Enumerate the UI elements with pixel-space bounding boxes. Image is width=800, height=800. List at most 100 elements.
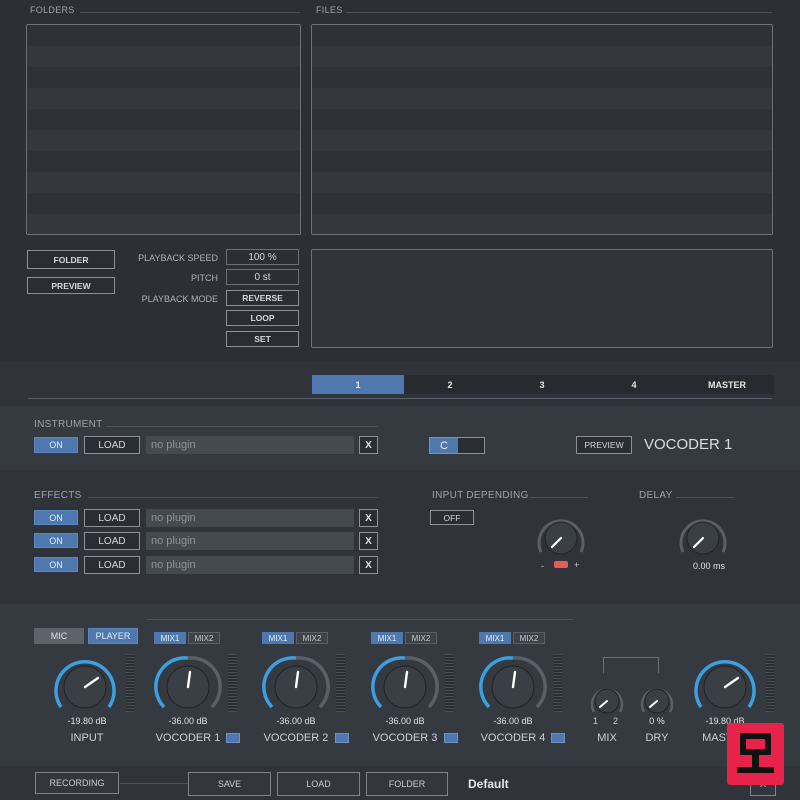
- vocoder-title: VOCODER 1: [644, 436, 733, 453]
- effect-3-plugin-field[interactable]: no plugin: [146, 556, 354, 574]
- instrument-plugin-field[interactable]: no plugin: [146, 436, 354, 454]
- mix-left-label: 1: [593, 716, 599, 726]
- vocoder-3-mix2-button[interactable]: MIX2: [405, 632, 437, 644]
- input-depending-plus: +: [574, 560, 580, 570]
- tab-underline: [28, 398, 772, 399]
- vocoder-3-channel-label: VOCODER 3: [372, 732, 438, 744]
- delay-value: 0.00 ms: [692, 561, 725, 571]
- files-label: FILES: [316, 5, 343, 15]
- input-db-value: -19.80 dB: [67, 716, 107, 726]
- vocoder-2-gain-knob[interactable]: [261, 652, 331, 714]
- tab-1[interactable]: 1: [312, 375, 404, 394]
- vocoder-3-gain-knob[interactable]: [370, 652, 440, 714]
- preview-toggle-button[interactable]: PREVIEW: [27, 277, 115, 294]
- input-depending-label: INPUT DEPENDING: [432, 490, 529, 501]
- vocoder-4-mix2-button[interactable]: MIX2: [513, 632, 545, 644]
- playback-speed-label: PLAYBACK SPEED: [138, 253, 218, 263]
- effect-2-plugin-field[interactable]: no plugin: [146, 532, 354, 550]
- loop-button[interactable]: LOOP: [226, 310, 299, 326]
- vocoder-3-db-value: -36.00 dB: [385, 716, 425, 726]
- pitch-field[interactable]: 0 st: [226, 269, 299, 285]
- input-depending-knob[interactable]: [531, 510, 591, 560]
- playback-speed-field[interactable]: 100 %: [226, 249, 299, 265]
- effect-3-on-button[interactable]: ON: [34, 557, 78, 572]
- vocoder-1-gain-knob[interactable]: [153, 652, 223, 714]
- files-divider: [346, 12, 772, 13]
- instrument-remove-button[interactable]: X: [359, 436, 378, 454]
- tab-2[interactable]: 2: [404, 375, 496, 394]
- effect-2-remove-button[interactable]: X: [359, 532, 378, 550]
- reverse-button[interactable]: REVERSE: [226, 290, 299, 306]
- vocoder-4-select-toggle[interactable]: [551, 733, 565, 743]
- waveform-display[interactable]: [311, 249, 773, 348]
- vocoder-2-db-value: -36.00 dB: [276, 716, 316, 726]
- key-value: C: [440, 439, 448, 452]
- playback-mode-label: PLAYBACK MODE: [141, 294, 218, 304]
- effect-2-on-button[interactable]: ON: [34, 533, 78, 548]
- tab-3[interactable]: 3: [496, 375, 588, 394]
- effect-3-remove-button[interactable]: X: [359, 556, 378, 574]
- instrument-load-button[interactable]: LOAD: [84, 436, 140, 454]
- instrument-on-button[interactable]: ON: [34, 437, 78, 453]
- mic-button[interactable]: MIC: [34, 628, 84, 644]
- vocoder-2-select-toggle[interactable]: [335, 733, 349, 743]
- instrument-divider: [106, 426, 378, 427]
- dry-value: 0 %: [649, 716, 665, 726]
- vocoder-2-level-meter: [336, 654, 345, 712]
- instrument-label: INSTRUMENT: [34, 419, 103, 430]
- input-gain-knob[interactable]: [50, 652, 120, 714]
- effects-label: EFFECTS: [34, 490, 82, 501]
- vocoder-1-select-toggle[interactable]: [226, 733, 240, 743]
- vocoder-1-mix2-button[interactable]: MIX2: [188, 632, 220, 644]
- effect-3-load-button[interactable]: LOAD: [84, 556, 140, 574]
- effect-1-plugin-field[interactable]: no plugin: [146, 509, 354, 527]
- input-depending-minus: -: [541, 561, 544, 571]
- effect-2-load-button[interactable]: LOAD: [84, 532, 140, 550]
- load-button[interactable]: LOAD: [277, 772, 360, 796]
- dry-channel-label: DRY: [645, 732, 669, 744]
- vocoder-3-mix1-button[interactable]: MIX1: [371, 632, 403, 644]
- input-level-meter: [126, 654, 135, 712]
- tab-master[interactable]: MASTER: [680, 375, 774, 394]
- dry-knob[interactable]: [638, 682, 676, 716]
- vocoder-4-level-meter: [553, 654, 562, 712]
- vocoder-2-mix1-button[interactable]: MIX1: [262, 632, 294, 644]
- input-depending-divider: [530, 497, 588, 498]
- mixer-divider: [146, 619, 574, 620]
- vocoder-4-gain-knob[interactable]: [478, 652, 548, 714]
- delay-knob[interactable]: [673, 510, 733, 560]
- vocoder-1-level-meter: [228, 654, 237, 712]
- effects-divider: [88, 497, 378, 498]
- delay-divider: [676, 497, 734, 498]
- folder-button[interactable]: FOLDER: [27, 250, 115, 269]
- effect-1-load-button[interactable]: LOAD: [84, 509, 140, 527]
- brand-logo-icon: [727, 723, 784, 785]
- bottom-divider: [120, 783, 188, 784]
- save-button[interactable]: SAVE: [188, 772, 271, 796]
- recording-button[interactable]: RECORDING: [35, 772, 119, 794]
- input-depending-off-button[interactable]: OFF: [430, 510, 474, 525]
- tab-4[interactable]: 4: [588, 375, 680, 394]
- pitch-label: PITCH: [191, 273, 218, 283]
- vocoder-1-mix1-button[interactable]: MIX1: [154, 632, 186, 644]
- vocoder-4-mix1-button[interactable]: MIX1: [479, 632, 511, 644]
- input-channel-label: INPUT: [70, 732, 104, 744]
- effect-1-on-button[interactable]: ON: [34, 510, 78, 525]
- mix-knob[interactable]: [588, 682, 626, 716]
- vocoder-2-mix2-button[interactable]: MIX2: [296, 632, 328, 644]
- master-gain-knob[interactable]: [690, 652, 760, 714]
- set-button[interactable]: SET: [226, 331, 299, 347]
- folders-list[interactable]: [26, 24, 301, 235]
- files-list[interactable]: [311, 24, 773, 235]
- folder-preset-button[interactable]: FOLDER: [366, 772, 448, 796]
- vocoder-3-level-meter: [445, 654, 454, 712]
- master-level-meter: [766, 654, 775, 712]
- player-button[interactable]: PLAYER: [88, 628, 138, 644]
- effect-1-remove-button[interactable]: X: [359, 509, 378, 527]
- key-selector[interactable]: C: [429, 437, 485, 454]
- vocoder-preview-button[interactable]: PREVIEW: [576, 436, 632, 454]
- vocoder-1-channel-label: VOCODER 1: [155, 732, 221, 744]
- vocoder-3-select-toggle[interactable]: [444, 733, 458, 743]
- folders-label: FOLDERS: [30, 5, 75, 15]
- mix-channel-label: MIX: [597, 732, 617, 744]
